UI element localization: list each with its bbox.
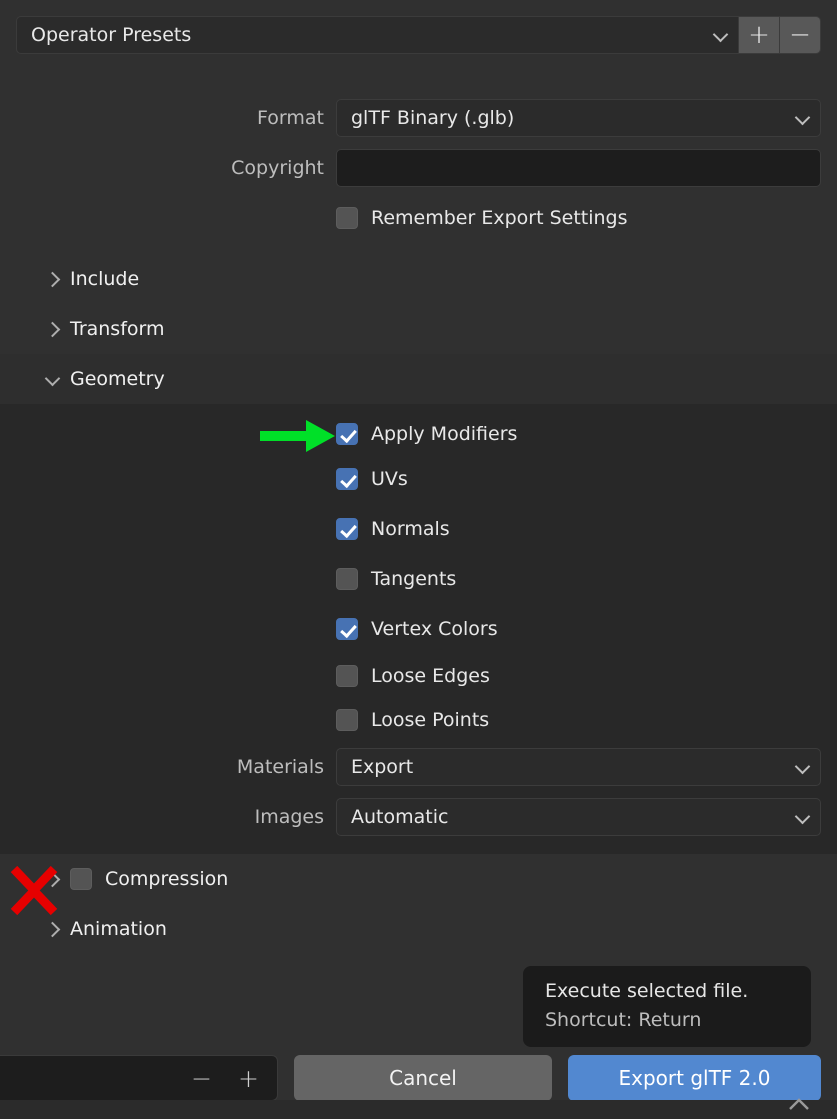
- chevron-right-icon: [44, 871, 60, 887]
- tooltip-line-1: Execute selected file.: [545, 980, 749, 1002]
- loose-points-checkbox[interactable]: Loose Points: [336, 709, 821, 731]
- checkbox-box: [336, 468, 358, 490]
- loose-points-label: Loose Points: [371, 709, 490, 731]
- format-row: Format glTF Binary (.glb): [0, 93, 837, 143]
- chevron-down-icon: [714, 28, 728, 42]
- vertex-colors-checkbox[interactable]: Vertex Colors: [336, 618, 821, 640]
- images-dropdown[interactable]: Automatic: [336, 798, 821, 836]
- loose-edges-row: Loose Edges: [0, 654, 837, 698]
- vertex-colors-row: Vertex Colors: [0, 604, 837, 654]
- apply-modifiers-row: Apply Modifiers: [0, 404, 837, 454]
- materials-row: Materials Export: [0, 742, 837, 792]
- operator-presets-value: Operator Presets: [31, 24, 192, 46]
- section-compression[interactable]: Compression: [0, 854, 837, 904]
- chevron-right-icon: [44, 271, 60, 287]
- remember-export-settings-checkbox[interactable]: Remember Export Settings: [336, 207, 821, 229]
- chevron-down-icon: [796, 760, 810, 774]
- chevron-down-icon: [796, 810, 810, 824]
- tooltip-line-2: Shortcut: Return: [545, 1009, 702, 1031]
- checkbox-box: [336, 568, 358, 590]
- section-geometry[interactable]: Geometry: [0, 354, 837, 404]
- tooltip: Execute selected file. Shortcut: Return: [523, 966, 811, 1047]
- section-transform[interactable]: Transform: [0, 304, 837, 354]
- remove-preset-button[interactable]: −: [780, 16, 821, 54]
- tangents-row: Tangents: [0, 554, 837, 604]
- normals-checkbox[interactable]: Normals: [336, 518, 821, 540]
- section-geometry-label: Geometry: [70, 368, 165, 390]
- section-transform-label: Transform: [70, 318, 165, 340]
- checkbox-box: [336, 709, 358, 731]
- section-include[interactable]: Include: [0, 254, 837, 304]
- status-bar: [0, 1100, 837, 1119]
- checkbox-box: [336, 423, 358, 445]
- export-options-panel: Format glTF Binary (.glb) Copyright Reme…: [0, 70, 837, 1051]
- checkbox-box: [336, 665, 358, 687]
- uvs-row: UVs: [0, 454, 837, 504]
- materials-dropdown[interactable]: Export: [336, 748, 821, 786]
- chevron-up-icon[interactable]: [787, 1096, 811, 1112]
- format-value: glTF Binary (.glb): [351, 107, 515, 129]
- loose-points-row: Loose Points: [0, 698, 837, 742]
- chevron-down-icon: [44, 371, 60, 387]
- remember-export-settings-row: Remember Export Settings: [0, 193, 837, 243]
- operator-presets-bar: Operator Presets + −: [0, 0, 837, 70]
- loose-edges-label: Loose Edges: [371, 665, 490, 687]
- tangents-checkbox[interactable]: Tangents: [336, 568, 821, 590]
- loose-edges-checkbox[interactable]: Loose Edges: [336, 665, 821, 687]
- section-compression-label: Compression: [105, 868, 229, 890]
- images-label: Images: [254, 806, 324, 828]
- add-preset-button[interactable]: +: [739, 16, 780, 54]
- copyright-label: Copyright: [231, 157, 324, 179]
- copyright-input[interactable]: [336, 149, 821, 187]
- chevron-down-icon: [796, 111, 810, 125]
- normals-row: Normals: [0, 504, 837, 554]
- format-dropdown[interactable]: glTF Binary (.glb): [336, 99, 821, 137]
- chevron-right-icon: [44, 921, 60, 937]
- remember-export-settings-label: Remember Export Settings: [371, 207, 628, 229]
- chevron-right-icon: [44, 321, 60, 337]
- materials-label: Materials: [236, 756, 324, 778]
- materials-value: Export: [351, 756, 414, 778]
- export-gltf-button[interactable]: Export glTF 2.0: [568, 1055, 821, 1101]
- increment-button[interactable]: +: [238, 1066, 259, 1091]
- decrement-button[interactable]: −: [191, 1066, 212, 1091]
- normals-label: Normals: [371, 518, 450, 540]
- format-label: Format: [257, 107, 324, 129]
- apply-modifiers-label: Apply Modifiers: [371, 423, 518, 445]
- section-include-label: Include: [70, 268, 140, 290]
- section-animation-label: Animation: [70, 918, 167, 940]
- checkbox-box: [336, 207, 358, 229]
- cancel-button[interactable]: Cancel: [294, 1055, 552, 1101]
- number-stepper-field[interactable]: − +: [0, 1055, 278, 1101]
- geometry-section-body: Apply Modifiers UVs Normals Tangents Ver…: [0, 404, 837, 854]
- checkbox-box: [336, 518, 358, 540]
- uvs-checkbox[interactable]: UVs: [336, 468, 821, 490]
- checkbox-box: [336, 618, 358, 640]
- images-value: Automatic: [351, 806, 449, 828]
- tangents-label: Tangents: [371, 568, 457, 590]
- operator-presets-dropdown[interactable]: Operator Presets: [16, 16, 739, 54]
- compression-checkbox[interactable]: [70, 868, 92, 890]
- section-animation[interactable]: Animation: [0, 904, 837, 954]
- copyright-row: Copyright: [0, 143, 837, 193]
- images-row: Images Automatic: [0, 792, 837, 842]
- vertex-colors-label: Vertex Colors: [371, 618, 498, 640]
- uvs-label: UVs: [371, 468, 408, 490]
- apply-modifiers-checkbox[interactable]: Apply Modifiers: [336, 423, 821, 445]
